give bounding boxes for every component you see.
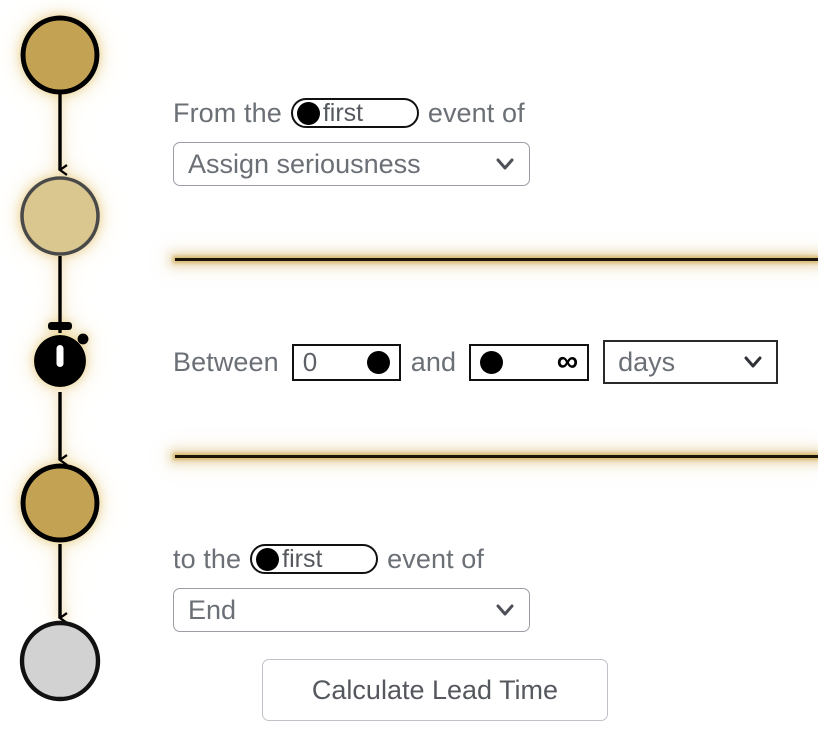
section-divider-bottom	[175, 455, 818, 458]
to-suffix-label: event of	[387, 543, 485, 574]
diagram-node-assign-seriousness	[20, 176, 100, 256]
toggle-knob-icon	[296, 101, 320, 125]
to-toggle-label: first	[282, 544, 323, 573]
to-event-select-value: End	[188, 594, 237, 625]
diagram-node-end	[19, 620, 101, 702]
to-first-last-toggle[interactable]: first	[250, 544, 379, 574]
between-prefix-label: Between	[173, 346, 279, 377]
diagram-glow-group	[20, 15, 100, 624]
upper-bound-toggle[interactable]: ∞	[469, 343, 590, 381]
to-event-select[interactable]: End	[173, 588, 530, 632]
chevron-down-icon	[495, 600, 515, 620]
section-divider-top	[175, 258, 818, 261]
to-prefix-label: to the	[173, 543, 242, 574]
between-conjunction-label: and	[410, 346, 457, 377]
duration-unit-select[interactable]: days	[603, 340, 779, 384]
diagram-node-start	[20, 15, 100, 95]
from-event-select-value: Assign seriousness	[188, 148, 421, 179]
stopwatch-crown-icon	[48, 322, 72, 330]
stopwatch-knob-icon	[77, 333, 89, 345]
lower-bound-value: 0	[302, 347, 318, 377]
process-flow-diagram	[0, 0, 160, 728]
duration-unit-value: days	[618, 346, 676, 377]
from-event-row: From the first event of	[173, 98, 525, 128]
stopwatch-hand-icon	[56, 345, 64, 367]
process-flow-svg	[19, 15, 101, 702]
lower-bound-toggle[interactable]: 0	[291, 343, 401, 381]
upper-bound-value: ∞	[556, 345, 579, 378]
lead-time-form: From the first event of Assign seriousne…	[165, 0, 818, 728]
to-event-row: to the first event of	[173, 544, 484, 574]
from-first-last-toggle[interactable]: first	[290, 98, 419, 128]
chevron-down-icon	[495, 154, 515, 174]
toggle-knob-icon	[480, 350, 504, 374]
calculate-lead-time-button[interactable]: Calculate Lead Time	[262, 659, 608, 721]
duration-range-row: Between 0 and ∞ days	[173, 340, 779, 384]
from-toggle-label: first	[322, 98, 364, 127]
from-prefix-label: From the	[173, 97, 282, 128]
toggle-knob-icon	[256, 547, 280, 571]
from-suffix-label: event of	[427, 97, 525, 128]
chevron-down-icon	[743, 352, 763, 372]
diagram-node-resolve	[20, 463, 100, 543]
from-event-select[interactable]: Assign seriousness	[173, 142, 530, 186]
toggle-knob-icon	[366, 350, 390, 374]
